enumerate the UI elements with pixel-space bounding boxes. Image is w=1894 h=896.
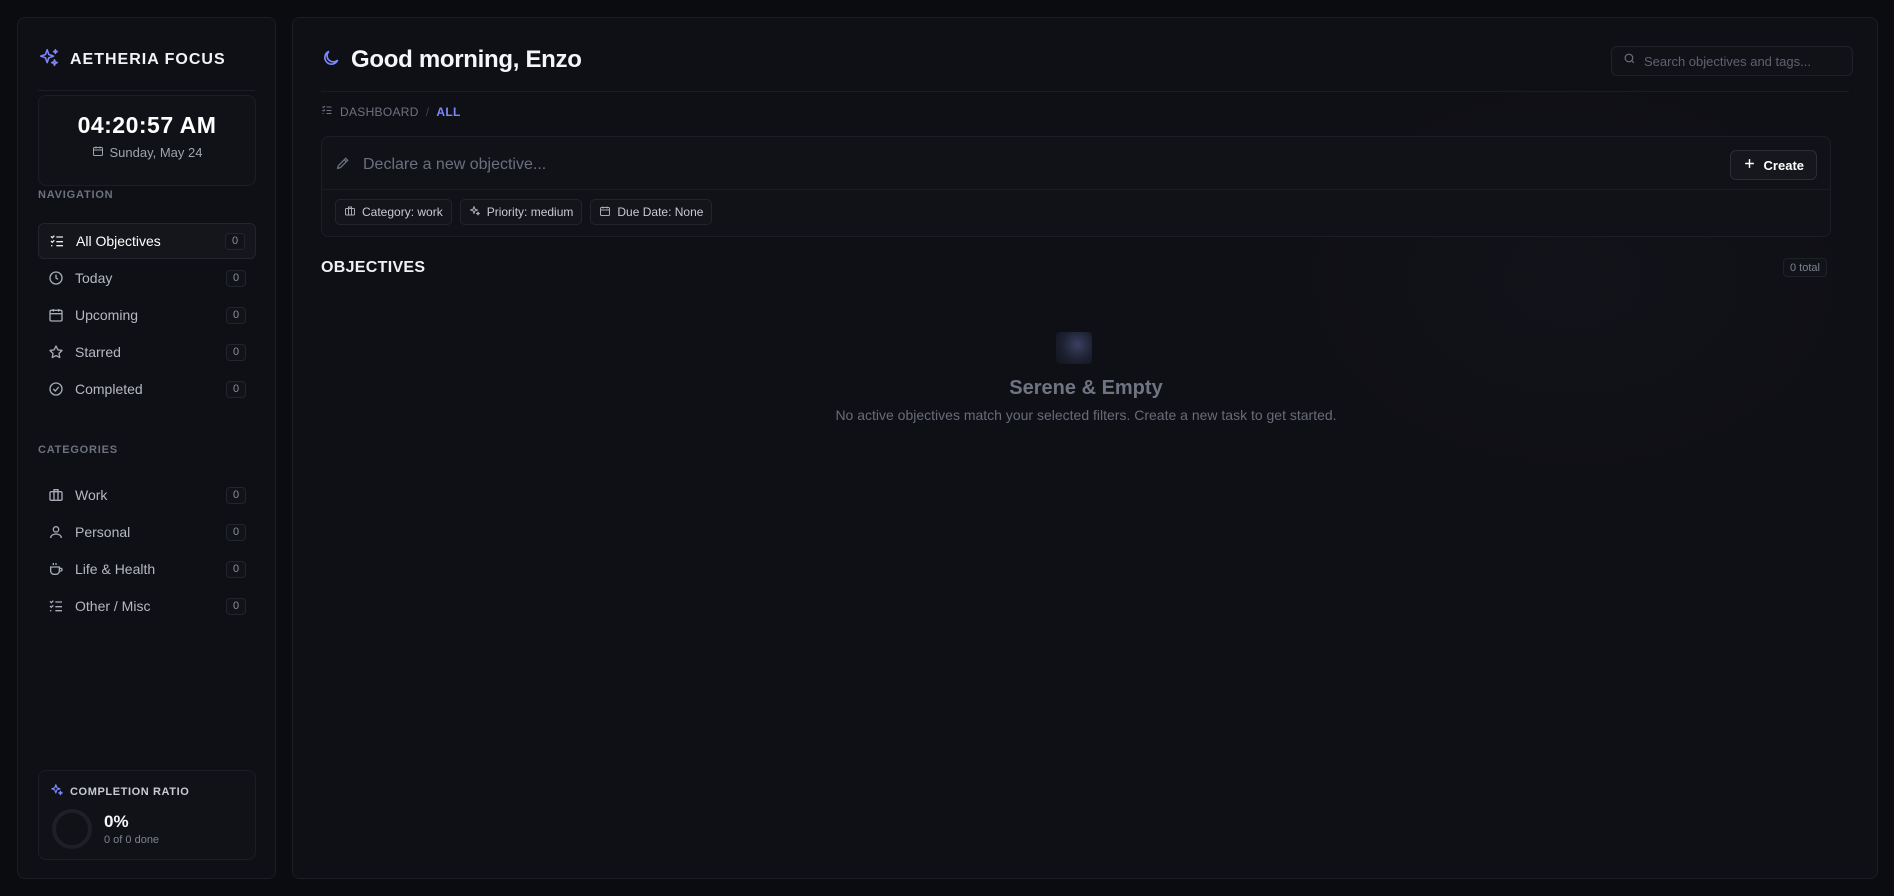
priority-chip[interactable]: Priority: medium [459, 199, 583, 225]
list-icon [48, 598, 64, 614]
sparkles-icon [50, 783, 64, 800]
nav-item-label: Upcoming [75, 307, 139, 323]
clock-widget: 04:20:57 AM Sunday, May 24 [38, 95, 256, 186]
breadcrumb-separator: / [425, 104, 430, 119]
nav-item-upcoming[interactable]: Upcoming 0 [38, 297, 256, 333]
nav-item-count: 0 [226, 380, 246, 398]
greeting-title: Good morning, Enzo [351, 46, 582, 73]
list-icon [321, 104, 333, 119]
pencil-icon [335, 155, 351, 176]
calendar-icon [599, 205, 611, 220]
category-item-label: Life & Health [75, 561, 156, 577]
nav-item-label: Completed [75, 381, 143, 397]
composer-divider [322, 189, 1830, 190]
completion-detail: 0 of 0 done [104, 834, 160, 846]
check-circle-icon [48, 381, 64, 397]
coffee-icon [48, 561, 64, 577]
objective-composer: Create Category: work Priority: medium [321, 136, 1831, 237]
categories-list: Work 0 Personal 0 Life & Health 0 Other … [38, 477, 256, 625]
category-item-personal[interactable]: Personal 0 [38, 514, 256, 550]
breadcrumb-dashboard[interactable]: DASHBOARD [340, 105, 419, 119]
nav-item-label: Today [75, 270, 113, 286]
completion-header: COMPLETION RATIO [50, 783, 189, 800]
list-icon [49, 233, 65, 249]
plus-icon [1743, 157, 1756, 173]
main-panel: Good morning, Enzo DASHBOARD / ALL Creat… [292, 17, 1878, 879]
category-item-label: Personal [75, 524, 131, 540]
briefcase-icon [48, 487, 64, 503]
objectives-total-badge: 0 total [1783, 258, 1827, 277]
clock-date-row: Sunday, May 24 [39, 145, 255, 160]
composer-input-row: Create [335, 150, 1817, 180]
clock-date: Sunday, May 24 [109, 145, 203, 160]
completion-percent: 0% [104, 812, 129, 831]
nav-item-all-objectives[interactable]: All Objectives 0 [38, 223, 256, 259]
empty-state-title: Serene & Empty [1009, 377, 1163, 399]
categories-label: CATEGORIES [38, 444, 118, 456]
objective-input[interactable] [363, 156, 1718, 174]
calendar-icon [92, 145, 104, 160]
moon-icon [321, 48, 341, 73]
category-chip-label: Category: work [362, 205, 443, 219]
breadcrumb-current: ALL [436, 104, 461, 119]
nav-item-label: Starred [75, 344, 121, 360]
search-input[interactable] [1644, 53, 1844, 69]
nav-item-starred[interactable]: Starred 0 [38, 334, 256, 370]
empty-state-image [1056, 332, 1092, 364]
search-box[interactable] [1611, 46, 1853, 76]
due-date-chip[interactable]: Due Date: None [590, 199, 713, 225]
category-item-work[interactable]: Work 0 [38, 477, 256, 513]
category-item-other-misc[interactable]: Other / Misc 0 [38, 588, 256, 624]
sparkles-icon [38, 47, 60, 74]
nav-item-count: 0 [226, 306, 246, 324]
breadcrumb: DASHBOARD / ALL [321, 104, 461, 119]
navigation-label: NAVIGATION [38, 189, 114, 201]
composer-chips: Category: work Priority: medium Due Date… [335, 199, 713, 225]
calendar-icon [48, 307, 64, 323]
category-item-count: 0 [226, 523, 246, 541]
sidebar: AETHERIA FOCUS 04:20:57 AM Sunday, May 2… [17, 17, 276, 879]
header-divider [321, 91, 1849, 92]
objectives-title: OBJECTIVES [321, 259, 426, 276]
category-item-count: 0 [226, 597, 246, 615]
create-button[interactable]: Create [1729, 150, 1817, 180]
brand: AETHERIA FOCUS [38, 38, 255, 91]
clock-time: 04:20:57 AM [77, 112, 217, 138]
category-item-life-health[interactable]: Life & Health 0 [38, 551, 256, 587]
nav-item-label: All Objectives [76, 233, 161, 249]
briefcase-icon [344, 205, 356, 220]
nav-item-count: 0 [226, 343, 246, 361]
completion-ring [52, 809, 92, 849]
category-item-count: 0 [226, 486, 246, 504]
nav-item-count: 0 [225, 232, 245, 250]
category-item-count: 0 [226, 560, 246, 578]
nav-item-completed[interactable]: Completed 0 [38, 371, 256, 407]
greeting-row: Good morning, Enzo [321, 46, 582, 74]
user-icon [48, 524, 64, 540]
empty-state-message: No active objectives match your selected… [835, 407, 1337, 423]
app-name: AETHERIA FOCUS [70, 51, 226, 68]
nav-item-today[interactable]: Today 0 [38, 260, 256, 296]
category-item-label: Other / Misc [75, 598, 151, 614]
clock-icon [48, 270, 64, 286]
sparkles-icon [469, 205, 481, 220]
category-chip[interactable]: Category: work [335, 199, 452, 225]
due-date-chip-label: Due Date: None [617, 205, 704, 219]
star-icon [48, 344, 64, 360]
category-item-label: Work [75, 487, 108, 503]
search-icon [1623, 52, 1636, 70]
completion-title: COMPLETION RATIO [70, 785, 190, 798]
priority-chip-label: Priority: medium [486, 205, 574, 219]
completion-ratio-card: COMPLETION RATIO 0% 0 of 0 done [38, 770, 256, 860]
create-button-label: Create [1763, 157, 1804, 173]
nav-item-count: 0 [226, 269, 246, 287]
navigation-list: All Objectives 0 Today 0 Upcoming 0 Star… [38, 223, 256, 408]
